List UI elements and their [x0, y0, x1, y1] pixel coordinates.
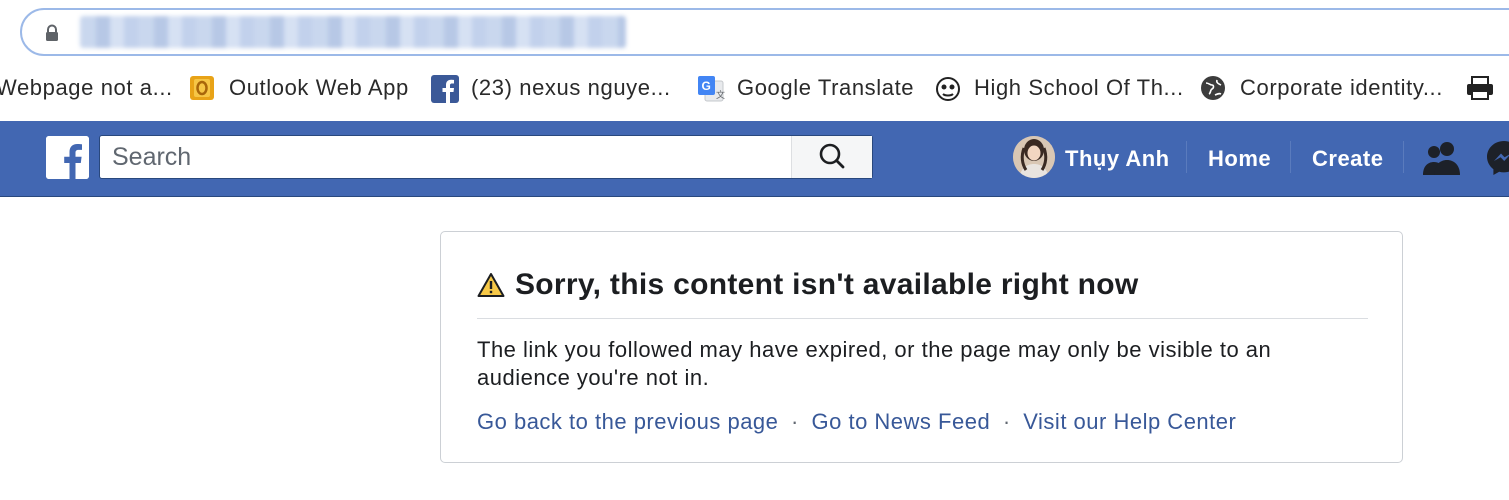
address-bar[interactable] — [20, 8, 1509, 56]
bookmark-overflow[interactable] — [1466, 74, 1506, 102]
bookmark-label: Outlook Web App — [229, 75, 409, 100]
avatar[interactable] — [1013, 136, 1055, 178]
search-input[interactable] — [100, 136, 792, 178]
error-message: The link you followed may have expired, … — [477, 337, 1272, 390]
error-title: Sorry, this content isn't available righ… — [515, 268, 1139, 301]
facebook-f-icon — [46, 136, 89, 179]
nav-home-label: Home — [1208, 145, 1272, 171]
svg-text:文: 文 — [716, 89, 725, 100]
facebook-top-bar: Thụy Anh Home Create — [0, 121, 1509, 197]
go-back-link[interactable]: Go back to the previous page — [477, 409, 778, 434]
bookmark-label: Corporate identity... — [1240, 75, 1443, 100]
error-card: Sorry, this content isn't available righ… — [440, 231, 1403, 463]
link-separator: · — [791, 409, 799, 434]
printer-icon — [1466, 75, 1493, 101]
nav-divider — [1290, 141, 1291, 173]
link-separator: · — [1002, 409, 1011, 434]
help-center-link[interactable]: Visit our Help Center — [1023, 409, 1236, 434]
bookmark-label: High School Of Th... — [974, 75, 1184, 100]
lock-icon — [46, 24, 58, 41]
friend-requests-icon[interactable] — [1422, 139, 1462, 177]
globe-icon — [1200, 75, 1226, 101]
bookmark-label: Webpage not a... — [0, 75, 173, 100]
facebook-icon — [431, 75, 459, 103]
mascot-icon — [934, 75, 960, 101]
bookmark-label: Google Translate — [737, 75, 915, 100]
divider — [477, 318, 1368, 319]
search-box[interactable] — [99, 135, 873, 179]
bookmark-high-school[interactable]: High School Of Th... — [934, 74, 1184, 102]
nav-home[interactable]: Home — [1208, 121, 1271, 196]
messenger-icon[interactable] — [1484, 138, 1509, 178]
search-icon — [819, 143, 845, 169]
nav-divider — [1403, 141, 1404, 173]
browser-chrome: Webpage not a... Outlook Web App (23) ne… — [0, 0, 1509, 120]
profile-photo — [1013, 136, 1055, 178]
nav-user-name: Thụy Anh — [1065, 145, 1170, 171]
svg-text:G: G — [702, 79, 712, 93]
google-translate-icon: G 文 — [697, 75, 725, 102]
nav-divider — [1186, 141, 1187, 173]
bookmark-google-translate[interactable]: G 文 Google Translate — [697, 74, 914, 102]
nav-create-label: Create — [1312, 145, 1384, 171]
nav-profile[interactable]: Thụy Anh — [1065, 121, 1170, 196]
nav-create[interactable]: Create — [1312, 121, 1383, 196]
url-text-obscured[interactable] — [80, 16, 626, 48]
bookmark-corporate-identity[interactable]: Corporate identity... — [1200, 74, 1443, 102]
bookmark-webpage-not-available[interactable]: Webpage not a... — [0, 74, 173, 102]
bookmarks-bar: Webpage not a... Outlook Web App (23) ne… — [0, 66, 1509, 110]
bookmark-outlook[interactable]: Outlook Web App — [189, 74, 409, 102]
news-feed-link[interactable]: Go to News Feed — [812, 409, 991, 434]
search-button[interactable] — [791, 136, 872, 178]
warning-icon — [477, 273, 505, 297]
facebook-logo[interactable] — [46, 136, 89, 179]
outlook-icon — [189, 75, 215, 101]
error-links: Go back to the previous page · Go to New… — [477, 409, 1236, 435]
bookmark-facebook[interactable]: (23) nexus nguye... — [431, 74, 671, 103]
bookmark-label: (23) nexus nguye... — [471, 75, 671, 100]
